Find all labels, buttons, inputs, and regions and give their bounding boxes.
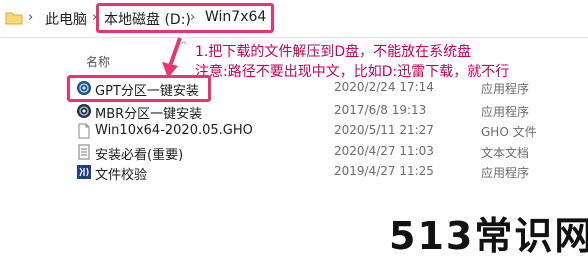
- folder-icon: [5, 10, 23, 30]
- file-date: 2020/4/27 11:03: [334, 144, 434, 158]
- address-bar[interactable]: › 此电脑 › 本地磁盘 (D:) › Win7x64: [0, 0, 588, 38]
- file-icon: [76, 123, 92, 139]
- file-date: 2020/5/11 21:27: [334, 123, 434, 137]
- file-date: 2019/4/27 11:25: [334, 164, 434, 178]
- file-name: Win10x64-2020.05.GHO: [95, 123, 253, 138]
- file-highlight-box: [67, 75, 211, 102]
- file-date: 2020/2/24 17:14: [334, 80, 434, 94]
- annotation-line-1: 1.把下载的文件解压到D盘，不能放在系统盘: [195, 44, 472, 60]
- file-name: 文件校验: [95, 168, 148, 183]
- file-type: 应用程序: [481, 105, 530, 119]
- mbr-app-icon: [76, 103, 92, 119]
- file-type: GHO 文件: [481, 125, 537, 139]
- file-name: 安装必看(重要): [95, 148, 184, 163]
- breadcrumb-this-pc[interactable]: 此电脑: [45, 9, 87, 29]
- path-highlight-box: [96, 3, 274, 33]
- file-type: 应用程序: [481, 82, 530, 96]
- checksum-app-icon: [76, 164, 92, 180]
- file-row[interactable]: 安装必看(重要) 2020/4/27 11:03 文本文档: [70, 142, 588, 163]
- file-row[interactable]: MBR分区一键安装 2017/6/8 19:13 应用程序: [70, 101, 588, 122]
- breadcrumb-separator: ›: [28, 10, 34, 25]
- column-header-name[interactable]: 名称: [86, 53, 110, 70]
- file-type: 文本文档: [481, 146, 530, 160]
- file-date: 2017/6/8 19:13: [334, 103, 427, 117]
- site-watermark: 513常识网: [389, 214, 588, 258]
- file-type: 应用程序: [481, 166, 530, 180]
- text-file-icon: [76, 144, 92, 160]
- file-name: MBR分区一键安装: [95, 107, 203, 122]
- file-row[interactable]: Win10x64-2020.05.GHO 2020/5/11 21:27 GHO…: [70, 121, 588, 142]
- file-row[interactable]: 文件校验 2019/4/27 11:25 应用程序: [70, 162, 588, 183]
